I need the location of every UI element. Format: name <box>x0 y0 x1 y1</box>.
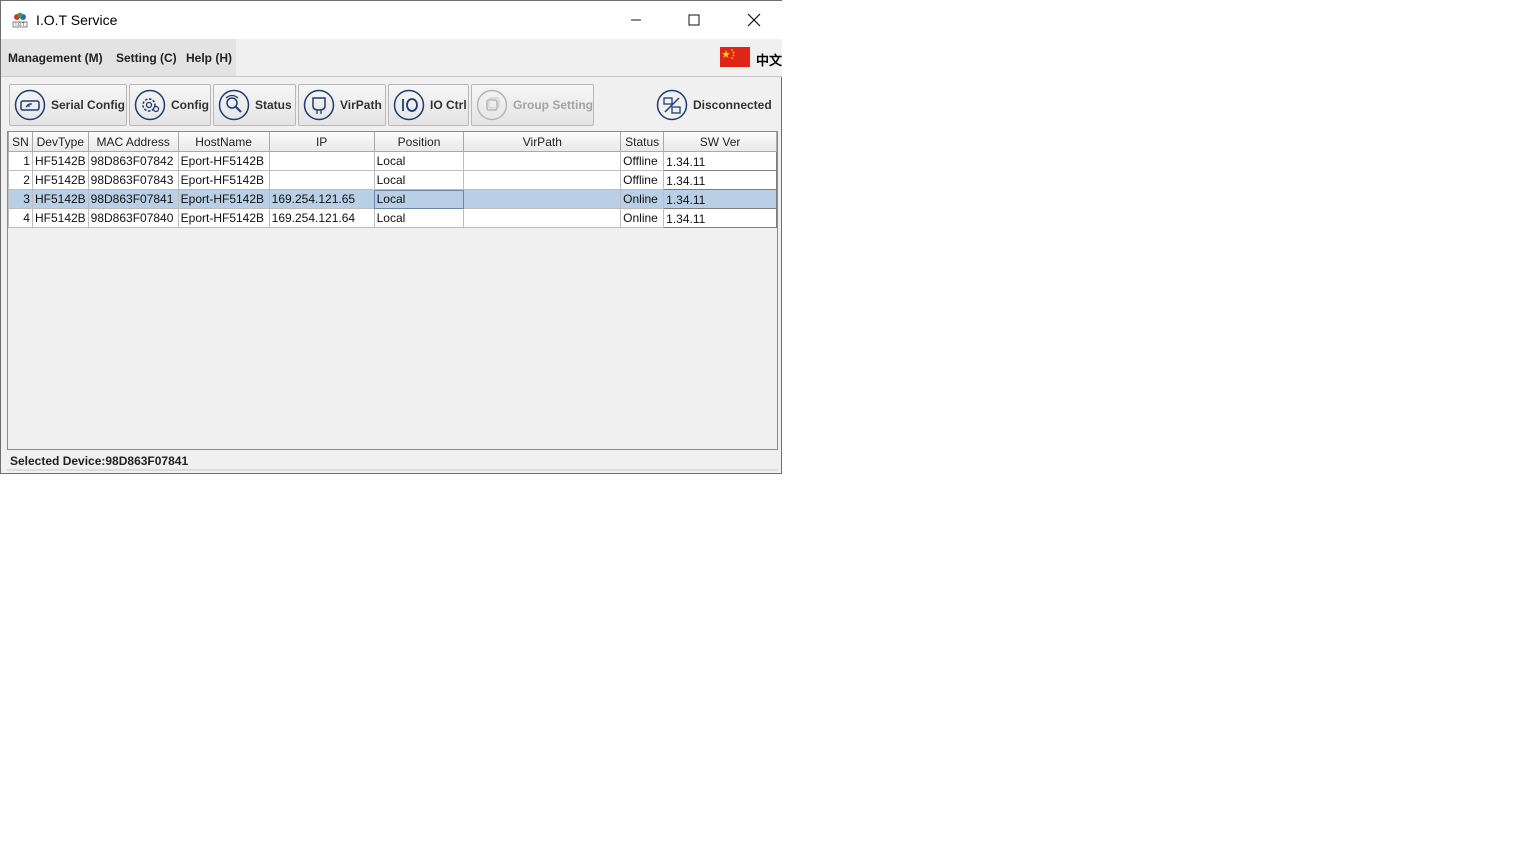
status-bar: Selected Device:98D863F07841 <box>1 451 782 473</box>
col-header-virpath[interactable]: VirPath <box>463 132 622 152</box>
cell-ip: 169.254.121.64 <box>268 208 375 228</box>
cell-hostname: Eport-HF5142B <box>177 151 270 171</box>
cell-status: Online <box>620 189 665 209</box>
serial-config-label: Serial Config <box>51 98 126 112</box>
cell-devtype: HF5142B <box>31 189 89 209</box>
toolbar: Serial Config Config Status VirPath IO C… <box>1 78 782 130</box>
window-title: I.O.T Service <box>36 12 118 28</box>
col-header-ip[interactable]: IP <box>268 132 375 152</box>
table-header-row: SN DevType MAC Address HostName IP Posit… <box>8 132 777 152</box>
col-header-swver[interactable]: SW Ver <box>663 132 777 152</box>
status-button[interactable]: Status <box>213 84 296 126</box>
cell-sn: 1 <box>8 151 33 171</box>
cell-mac: 98D863F07842 <box>87 151 179 171</box>
cell-hostname: Eport-HF5142B <box>177 170 270 190</box>
title-bar[interactable]: I.O.T I.O.T Service <box>1 1 782 39</box>
cell-virpath <box>463 189 622 209</box>
minimize-button[interactable] <box>613 1 659 39</box>
io-ctrl-button[interactable]: IO Ctrl <box>388 84 469 126</box>
virpath-button[interactable]: VirPath <box>298 84 386 126</box>
io-ctrl-icon <box>393 89 425 121</box>
cell-status: Offline <box>620 151 665 171</box>
cell-devtype: HF5142B <box>31 151 89 171</box>
cell-swver: 1.34.11 <box>663 151 777 171</box>
group-setting-icon <box>476 89 508 121</box>
disconnected-icon <box>656 89 688 121</box>
app-logo-caption: I.O.T <box>15 22 25 27</box>
menu-management[interactable]: Management (M) <box>8 51 103 65</box>
status-divider <box>7 469 778 471</box>
cell-virpath <box>463 170 622 190</box>
cell-position: Local <box>373 208 465 228</box>
minimize-icon <box>631 19 641 21</box>
serial-config-button[interactable]: Serial Config <box>9 84 127 126</box>
connection-status-label: Disconnected <box>693 98 772 112</box>
cell-sn: 4 <box>8 208 33 228</box>
cell-virpath <box>463 151 622 171</box>
device-table: SN DevType MAC Address HostName IP Posit… <box>8 132 777 228</box>
table-row-selected[interactable]: 3 HF5142B 98D863F07841 Eport-HF5142B 169… <box>8 189 777 209</box>
menu-divider <box>1 76 782 77</box>
close-icon <box>747 13 761 27</box>
app-logo-icon: I.O.T <box>12 12 28 28</box>
connection-status-button[interactable]: Disconnected <box>656 88 772 122</box>
china-flag-icon[interactable] <box>720 47 750 67</box>
cell-status: Online <box>620 208 665 228</box>
cell-mac: 98D863F07840 <box>87 208 179 228</box>
cell-status: Offline <box>620 170 665 190</box>
iot-service-window: I.O.T I.O.T Service Management (M) Setti… <box>0 0 782 474</box>
maximize-icon <box>688 14 700 26</box>
cell-swver: 1.34.11 <box>663 170 777 190</box>
serial-config-icon <box>14 89 46 121</box>
cell-sn: 2 <box>8 170 33 190</box>
close-button[interactable] <box>731 1 777 39</box>
language-toggle[interactable]: 中文 <box>756 50 782 69</box>
cell-virpath <box>463 208 622 228</box>
cell-mac: 98D863F07841 <box>87 189 179 209</box>
maximize-button[interactable] <box>671 1 717 39</box>
cell-ip: 169.254.121.65 <box>268 189 375 209</box>
device-table-panel[interactable]: SN DevType MAC Address HostName IP Posit… <box>7 131 778 450</box>
group-setting-button[interactable]: Group Setting <box>471 84 594 126</box>
flag-star-icon <box>722 49 735 59</box>
status-icon <box>218 89 250 121</box>
col-header-status[interactable]: Status <box>620 132 665 152</box>
cell-ip <box>268 151 375 171</box>
status-label: Status <box>255 98 292 112</box>
io-ctrl-label: IO Ctrl <box>430 98 467 112</box>
selected-device-status: Selected Device:98D863F07841 <box>10 454 189 468</box>
menu-setting[interactable]: Setting (C) <box>116 51 177 65</box>
group-setting-label: Group Setting <box>513 98 593 112</box>
cell-position: Local <box>373 170 465 190</box>
cell-devtype: HF5142B <box>31 170 89 190</box>
cell-mac: 98D863F07843 <box>87 170 179 190</box>
col-header-sn[interactable]: SN <box>8 132 33 152</box>
cell-sn: 3 <box>8 189 33 209</box>
cell-swver: 1.34.11 <box>663 208 777 228</box>
cell-devtype: HF5142B <box>31 208 89 228</box>
table-row[interactable]: 4 HF5142B 98D863F07840 Eport-HF5142B 169… <box>8 208 777 228</box>
cell-ip <box>268 170 375 190</box>
menu-help[interactable]: Help (H) <box>186 51 232 65</box>
gear-icon <box>134 89 166 121</box>
col-header-position[interactable]: Position <box>373 132 465 152</box>
cell-hostname: Eport-HF5142B <box>177 208 270 228</box>
virpath-icon <box>303 89 335 121</box>
virpath-label: VirPath <box>340 98 382 112</box>
config-button[interactable]: Config <box>129 84 211 126</box>
menu-bar: Management (M) Setting (C) Help (H) 中文 <box>1 39 782 77</box>
cell-position: Local <box>373 151 465 171</box>
config-label: Config <box>171 98 209 112</box>
table-row[interactable]: 2 HF5142B 98D863F07843 Eport-HF5142B Loc… <box>8 170 777 190</box>
menu-group: Management (M) Setting (C) Help (H) <box>1 39 236 77</box>
col-header-hostname[interactable]: HostName <box>177 132 270 152</box>
col-header-devtype[interactable]: DevType <box>31 132 89 152</box>
cell-swver: 1.34.11 <box>663 189 777 209</box>
table-row[interactable]: 1 HF5142B 98D863F07842 Eport-HF5142B Loc… <box>8 151 777 171</box>
col-header-mac[interactable]: MAC Address <box>87 132 179 152</box>
cell-position-focused[interactable]: Local <box>373 189 465 209</box>
cell-hostname: Eport-HF5142B <box>177 189 270 209</box>
